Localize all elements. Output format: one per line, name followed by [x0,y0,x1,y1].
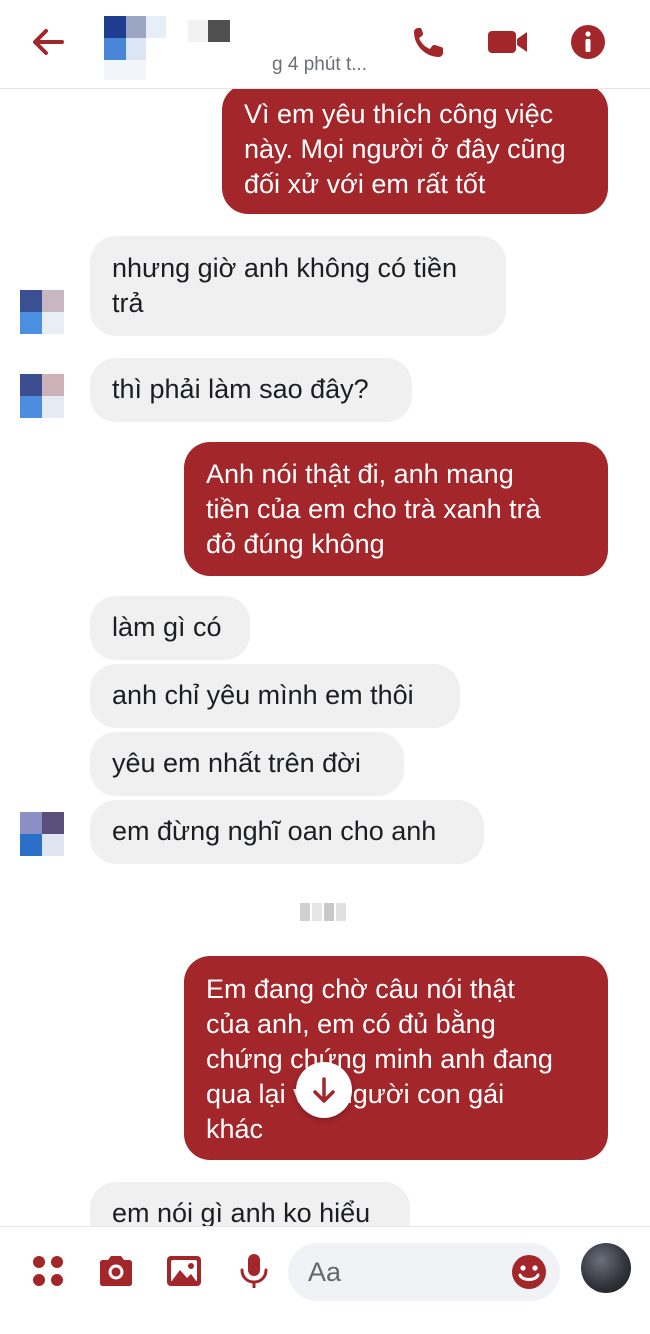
arrow-down-icon [313,1077,335,1103]
message-incoming[interactable]: anh chỉ yêu mình em thôi [90,664,460,728]
censored-timestamp [300,903,352,921]
message-incoming[interactable]: yêu em nhất trên đời [90,732,404,796]
sender-avatar[interactable] [20,374,64,418]
camera-icon[interactable] [96,1251,136,1291]
message-outgoing[interactable]: Em đang chờ câu nói thật của anh, em có … [184,956,608,1160]
message-composer: Aa [0,1226,650,1334]
scroll-to-bottom-button[interactable] [296,1062,352,1118]
sender-avatar[interactable] [20,290,64,334]
image-icon[interactable] [164,1251,204,1291]
active-status: g 4 phút t... [272,54,368,75]
sender-avatar[interactable] [20,812,64,856]
chat-header: g 4 phút t... [0,0,650,89]
four-dots-icon[interactable] [28,1251,68,1291]
phone-icon[interactable] [406,22,450,62]
message-input[interactable]: Aa [288,1243,560,1301]
back-arrow-icon[interactable] [26,22,70,62]
message-incoming[interactable]: nhưng giờ anh không có tiền trả [90,236,506,336]
message-incoming[interactable]: làm gì có [90,596,250,660]
message-outgoing[interactable]: Anh nói thật đi, anh mang tiền của em ch… [184,442,608,576]
like-reaction-button[interactable] [581,1243,631,1293]
message-list[interactable]: Vì em yêu thích công việc này. Mọi người… [0,88,650,1226]
message-incoming[interactable]: em đừng nghĩ oan cho anh [90,800,484,864]
video-camera-icon[interactable] [486,22,530,62]
message-outgoing[interactable]: Vì em yêu thích công việc này. Mọi người… [222,88,608,214]
message-incoming[interactable]: thì phải làm sao đây? [90,358,412,422]
smiley-icon[interactable] [510,1253,548,1291]
message-incoming[interactable]: em nói gì anh ko hiểu [90,1182,410,1226]
microphone-icon[interactable] [234,1251,274,1291]
message-input-placeholder: Aa [308,1257,342,1287]
info-icon[interactable] [566,22,610,62]
